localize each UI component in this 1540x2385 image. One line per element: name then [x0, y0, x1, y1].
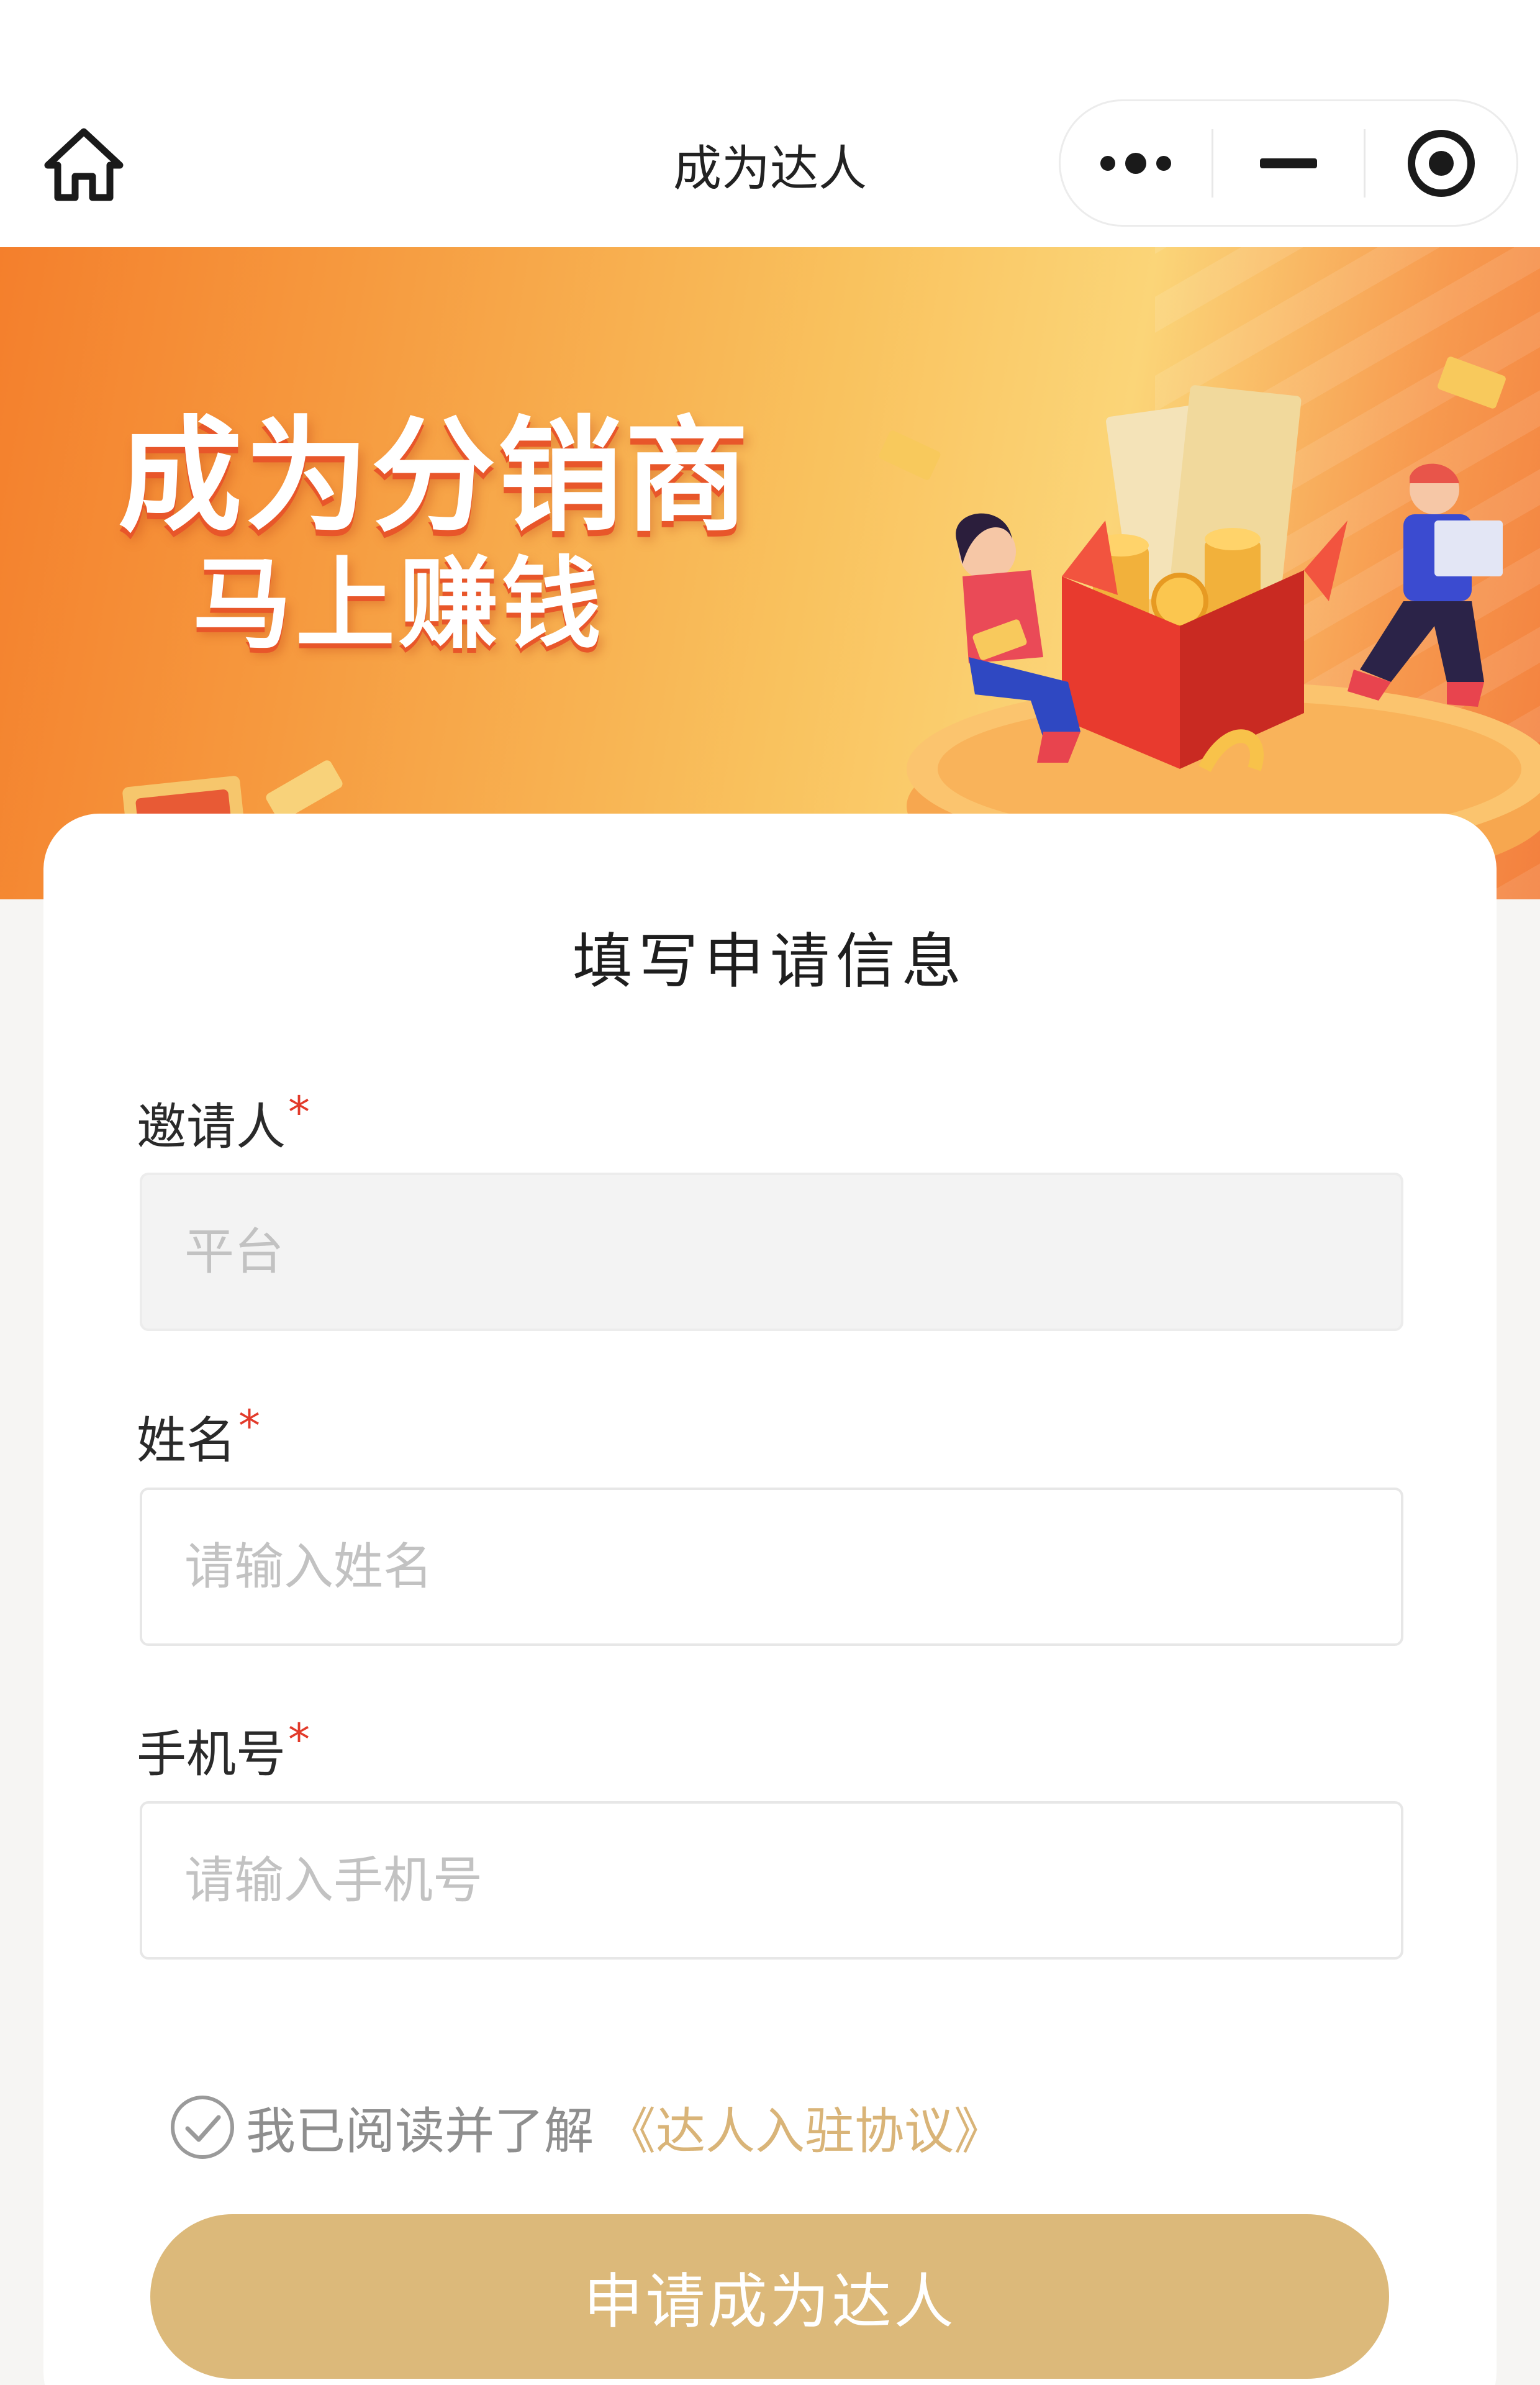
- inviter-input[interactable]: [184, 1223, 1401, 1281]
- promo-banner: 成为分销商 马上赚钱: [0, 247, 1540, 899]
- navigation-bar: 成为达人: [0, 0, 1540, 248]
- minimize-button[interactable]: [1213, 101, 1364, 225]
- required-asterisk: *: [238, 1401, 260, 1451]
- close-button[interactable]: [1366, 101, 1516, 225]
- required-asterisk: *: [288, 1714, 310, 1765]
- more-dots-icon: [1100, 152, 1172, 174]
- agreement-text: 我已阅读并了解: [246, 2102, 594, 2160]
- inviter-label-text: 邀请人: [137, 1098, 286, 1156]
- phone-input[interactable]: [184, 1851, 1401, 1909]
- name-input[interactable]: [184, 1538, 1401, 1596]
- banner-title: 成为分销商: [118, 404, 752, 549]
- required-asterisk: *: [288, 1087, 310, 1138]
- inviter-label: 邀请人*: [137, 1087, 310, 1159]
- form-title: 填写申请信息: [573, 927, 967, 996]
- agreement-row: 我已阅读并了解 《达人入驻协议》: [168, 2090, 1003, 2165]
- phone-label: 手机号*: [137, 1714, 310, 1786]
- name-label: 姓名*: [137, 1401, 260, 1473]
- name-label-text: 姓名: [137, 1412, 236, 1470]
- minimize-icon: [1260, 158, 1317, 168]
- inviter-field[interactable]: [140, 1173, 1403, 1331]
- apply-button[interactable]: 申请成为达人: [150, 2214, 1389, 2379]
- phone-field[interactable]: [140, 1801, 1403, 1960]
- name-field[interactable]: [140, 1488, 1403, 1646]
- check-circle-icon[interactable]: [168, 2092, 237, 2162]
- phone-label-text: 手机号: [137, 1725, 286, 1783]
- more-button[interactable]: [1061, 101, 1212, 225]
- application-form-card: 填写申请信息 邀请人* 姓名* 手机号* 我已阅读并了解 《达人入驻协议》 申请…: [43, 814, 1497, 2385]
- agreement-link[interactable]: 《达人入驻协议》: [606, 2091, 1003, 2163]
- record-close-icon: [1407, 129, 1475, 197]
- miniprogram-capsule: [1059, 99, 1518, 227]
- banner-subtitle: 马上赚钱: [192, 546, 605, 662]
